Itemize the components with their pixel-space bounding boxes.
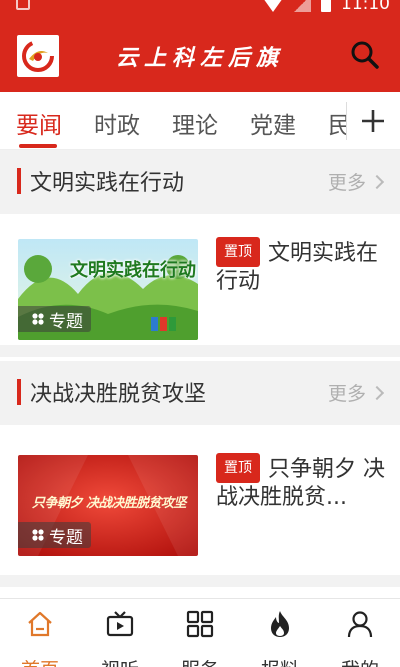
section-divider: [0, 345, 400, 357]
news-thumbnail: 只争朝夕 决战决胜脱贫攻坚 专题: [18, 455, 198, 556]
news-card[interactable]: 文明实践在行动 专题 置顶 文明实践在行动: [0, 214, 400, 345]
more-link[interactable]: 更多: [327, 168, 385, 195]
news-thumbnail: 文明实践在行动 专题: [18, 239, 198, 340]
signal-icon: [293, 0, 311, 12]
tab-party[interactable]: 党建: [250, 106, 296, 140]
topic-badge: 专题: [18, 306, 91, 332]
chevron-right-icon: [369, 385, 385, 401]
nav-media[interactable]: 视听: [80, 609, 160, 667]
news-title: 置顶 文明实践在行动: [216, 237, 386, 296]
add-tab-button[interactable]: [346, 92, 400, 149]
search-button[interactable]: [350, 40, 380, 70]
category-tabs: 要闻 时政 理论 党建 民: [0, 92, 400, 150]
more-link[interactable]: 更多: [327, 379, 385, 406]
topic-badge: 专题: [18, 522, 91, 548]
thumbnail-caption: 文明实践在行动: [70, 260, 196, 281]
nav-profile[interactable]: 我的: [320, 609, 400, 667]
nav-label: 首页: [0, 655, 80, 667]
nav-label: 报料: [240, 655, 320, 667]
status-bar: 11:10: [0, 0, 400, 16]
nav-label: 我的: [320, 655, 400, 667]
bottom-navigation: 首页 视听 服务 报料: [0, 598, 400, 667]
news-card[interactable]: 只争朝夕 决战决胜脱贫攻坚 专题 置顶 只争朝夕 决战决胜脱贫...: [0, 430, 400, 561]
section-accent-bar: [17, 168, 21, 194]
home-icon: [28, 611, 52, 637]
notification-icon: [16, 0, 30, 10]
pinned-tag: 置顶: [216, 453, 260, 483]
section-title: 文明实践在行动: [30, 171, 185, 196]
section-header: 文明实践在行动 更多: [0, 150, 400, 214]
wifi-icon: [263, 0, 283, 12]
topic-badge-label: 专题: [49, 527, 83, 548]
app-bar: 云上科左后旗: [0, 16, 400, 92]
thumbnail-caption: 只争朝夕 决战决胜脱贫攻坚: [32, 496, 187, 511]
tv-icon: [106, 611, 134, 637]
clover-icon: [32, 313, 44, 325]
tab-politics[interactable]: 时政: [94, 106, 140, 140]
tab-news[interactable]: 要闻: [16, 106, 62, 140]
status-icons: 11:10: [263, 0, 390, 14]
nav-home[interactable]: 首页: [0, 609, 80, 667]
plus-icon: [362, 110, 384, 132]
search-icon: [351, 41, 379, 69]
nav-label: 服务: [160, 655, 240, 667]
active-tab-indicator: [19, 144, 57, 148]
clover-icon: [32, 529, 44, 541]
grid-icon: [186, 610, 214, 638]
nav-label: 视听: [80, 655, 160, 667]
section-accent-bar: [17, 379, 21, 405]
battery-icon: [321, 0, 331, 12]
news-title: 置顶 只争朝夕 决战决胜脱贫...: [216, 453, 386, 512]
section-divider: [0, 575, 400, 587]
more-label: 更多: [327, 172, 366, 194]
section-title: 决战决胜脱贫攻坚: [30, 382, 207, 407]
more-label: 更多: [327, 383, 366, 405]
user-icon: [347, 611, 373, 638]
status-time: 11:10: [341, 0, 390, 14]
nav-services[interactable]: 服务: [160, 609, 240, 667]
section-header: 决战决胜脱贫攻坚 更多: [0, 361, 400, 425]
flame-icon: [271, 611, 289, 637]
topic-badge-label: 专题: [49, 311, 83, 332]
app-screen: 11:10 云上科左后旗 要闻 时政 理论 党建 民 文明实践在行动 更多 文明…: [0, 0, 400, 667]
pinned-tag: 置顶: [216, 237, 260, 267]
tab-theory[interactable]: 理论: [172, 106, 218, 140]
app-title: 云上科左后旗: [115, 45, 284, 71]
nav-report[interactable]: 报料: [240, 609, 320, 667]
chevron-right-icon: [369, 174, 385, 190]
